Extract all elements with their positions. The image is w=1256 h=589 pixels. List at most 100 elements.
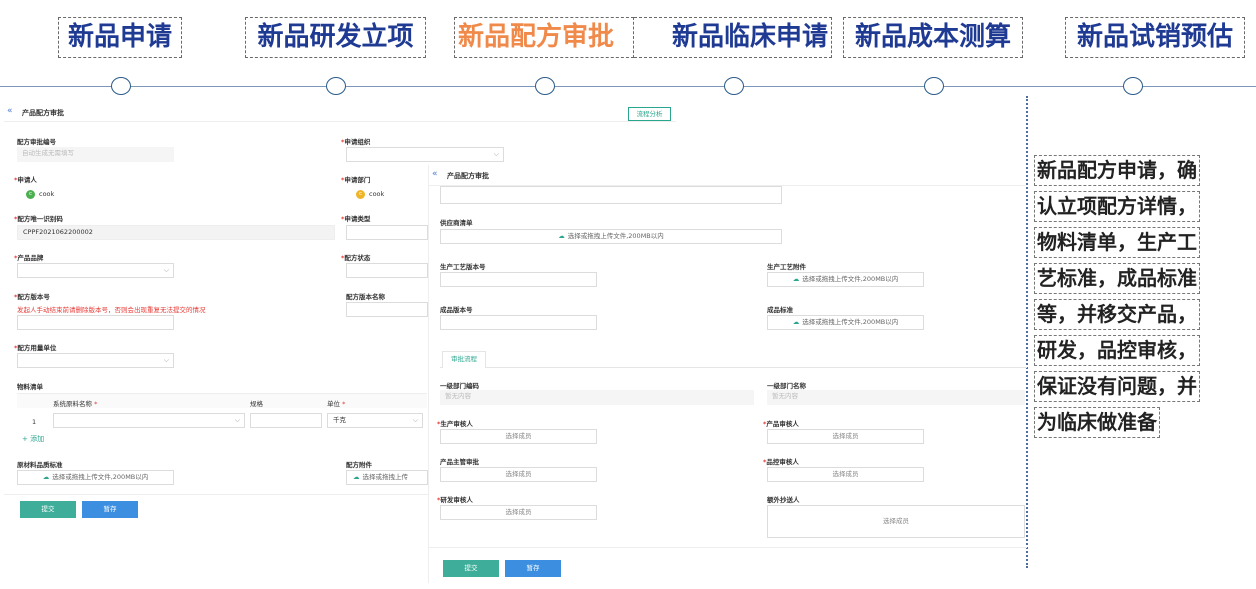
applicant-label: *申请人 <box>14 176 37 184</box>
dept1-code-label: 一级部门编码 <box>440 382 479 390</box>
chevron-down-icon: ⌵ <box>163 356 169 364</box>
row-index: 1 <box>32 418 37 426</box>
submit-button[interactable]: 提交 <box>443 560 499 577</box>
col-name-header: 系统原料名称 * <box>53 400 98 408</box>
product-reviewer-select[interactable]: 选择成员 <box>767 429 924 444</box>
recipe-no-field: 自动生成无需填写 <box>17 147 174 162</box>
spec-input[interactable] <box>250 413 322 428</box>
prod-manager-select[interactable]: 选择成员 <box>440 467 597 482</box>
add-row-button[interactable]: + 添加 <box>22 434 44 444</box>
process-ver-label: 生产工艺版本号 <box>440 263 486 271</box>
version-warning: 发起人手动结束前请删除版本号，否则会出现重复无法提交的情况 <box>17 306 206 314</box>
flow-analysis-button[interactable]: 流程分析 <box>628 107 671 121</box>
chevron-down-icon: ⌵ <box>163 266 169 274</box>
product-std-label: 成品标准 <box>767 306 793 314</box>
save-draft-button[interactable]: 暂存 <box>82 501 138 518</box>
panel-header: « 产品配方审批 流程分析 <box>4 102 676 122</box>
status-select[interactable] <box>346 263 428 278</box>
dept1-code-field: 暂无内容 <box>440 390 754 405</box>
bom-table: 系统原料名称 * 规格 单位 * 1 ⌵ 千克 ⌵ <box>17 393 427 433</box>
chevron-down-icon: ⌵ <box>493 150 499 158</box>
description-line: 研发，品控审核， <box>1034 335 1200 366</box>
cc-label: 额外抄送人 <box>767 496 800 504</box>
row-unit-select[interactable]: 千克 ⌵ <box>327 413 423 428</box>
avatar: c <box>356 189 365 199</box>
product-ver-input[interactable] <box>440 315 597 330</box>
description-line: 等，并移交产品， <box>1034 299 1200 330</box>
recipe-approval-panel: « 产品配方审批 供应商清单 ☁ 选择或拖拽上传文件,200MB以内 生产工艺版本… <box>428 165 1027 583</box>
slide: 新品申请 新品研发立项 新品配方审批 新品临床申请 新品成本测算 新品试销预估 … <box>0 0 1256 589</box>
prod-manager-label: 产品主管审批 <box>440 458 479 466</box>
top-input[interactable] <box>440 186 782 204</box>
prod-reviewer-label: *生产审核人 <box>437 420 473 428</box>
dept-label: *申请部门 <box>341 176 371 184</box>
brand-select[interactable]: ⌵ <box>17 263 174 278</box>
qc-reviewer-select[interactable]: 选择成员 <box>767 467 924 482</box>
tab-underline <box>440 367 1027 368</box>
step-recipe-approval: 新品配方审批 <box>454 17 634 58</box>
dept1-name-field: 暂无内容 <box>767 390 1025 405</box>
divider <box>4 494 428 495</box>
description-line: 新品配方申请，确 <box>1034 155 1200 186</box>
timeline-node <box>1123 77 1143 95</box>
attach-upload[interactable]: ☁ 选择或拖拽上传 <box>346 470 428 485</box>
quality-label: 原材料品质标准 <box>17 461 63 469</box>
description-line: 艺标准，成品标准 <box>1034 263 1200 294</box>
attach-label: 配方附件 <box>346 461 372 469</box>
dept-name: cook <box>369 190 385 198</box>
org-label: *申请组织 <box>341 138 371 146</box>
material-select[interactable]: ⌵ <box>53 413 245 428</box>
cloud-upload-icon: ☁ <box>558 232 565 240</box>
dept-user: c cook <box>356 189 384 199</box>
step-cost-calc: 新品成本测算 <box>843 17 1023 58</box>
qc-reviewer-label: *品控审核人 <box>763 458 799 466</box>
step-new-product-apply: 新品申请 <box>58 17 182 58</box>
process-ver-input[interactable] <box>440 272 597 287</box>
timeline-node <box>924 77 944 95</box>
product-reviewer-label: *产品审核人 <box>763 420 799 428</box>
submit-button[interactable]: 提交 <box>20 501 76 518</box>
divider <box>429 547 1027 548</box>
double-chevron-left-icon[interactable]: « <box>432 169 438 179</box>
prod-reviewer-select[interactable]: 选择成员 <box>440 429 597 444</box>
cc-select[interactable]: 选择成员 <box>767 505 1025 538</box>
unit-select[interactable]: ⌵ <box>17 353 174 368</box>
col-unit-header: 单位 * <box>327 400 346 408</box>
rd-reviewer-label: *研发审核人 <box>437 496 473 504</box>
panel-header: « 产品配方审批 <box>429 165 1026 186</box>
unit-label: *配方用量单位 <box>14 344 57 352</box>
timeline-node <box>326 77 346 95</box>
tab-approval-flow[interactable]: 审批流程 <box>442 351 486 368</box>
rd-reviewer-select[interactable]: 选择成员 <box>440 505 597 520</box>
timeline-node <box>535 77 555 95</box>
code-label: *配方唯一识别码 <box>14 215 63 223</box>
product-ver-label: 成品版本号 <box>440 306 473 314</box>
timeline <box>0 86 1256 87</box>
org-select[interactable]: ⌵ <box>346 147 504 162</box>
product-std-upload[interactable]: ☁ 选择或拖拽上传文件,200MB以内 <box>767 315 924 330</box>
applicant-user: c cook <box>26 189 54 199</box>
supplier-upload[interactable]: ☁ 选择或拖拽上传文件,200MB以内 <box>440 229 782 244</box>
double-chevron-left-icon[interactable]: « <box>7 106 13 116</box>
panel-title: 产品配方审批 <box>447 172 489 180</box>
status-label: *配方状态 <box>341 254 371 262</box>
type-select[interactable] <box>346 225 428 240</box>
chevron-down-icon: ⌵ <box>412 416 418 424</box>
step-rd-project: 新品研发立项 <box>245 17 426 58</box>
type-label: *申请类型 <box>341 215 371 223</box>
process-attach-upload[interactable]: ☁ 选择或拖拽上传文件,200MB以内 <box>767 272 924 287</box>
code-field: CPPF2021062200002 <box>17 225 335 240</box>
save-draft-button[interactable]: 暂存 <box>505 560 561 577</box>
version-input[interactable] <box>17 315 174 330</box>
timeline-node <box>724 77 744 95</box>
quality-upload[interactable]: ☁ 选择或拖拽上传文件,200MB以内 <box>17 470 174 485</box>
cloud-upload-icon: ☁ <box>792 275 800 283</box>
applicant-name: cook <box>39 190 55 198</box>
bom-title: 物料清单 <box>17 383 43 391</box>
version-name-input[interactable] <box>346 302 428 317</box>
version-name-label: 配方版本名称 <box>346 293 385 301</box>
panel-title: 产品配方审批 <box>22 109 64 117</box>
timeline-node <box>111 77 131 95</box>
cloud-upload-icon: ☁ <box>42 473 50 481</box>
avatar: c <box>26 189 35 199</box>
